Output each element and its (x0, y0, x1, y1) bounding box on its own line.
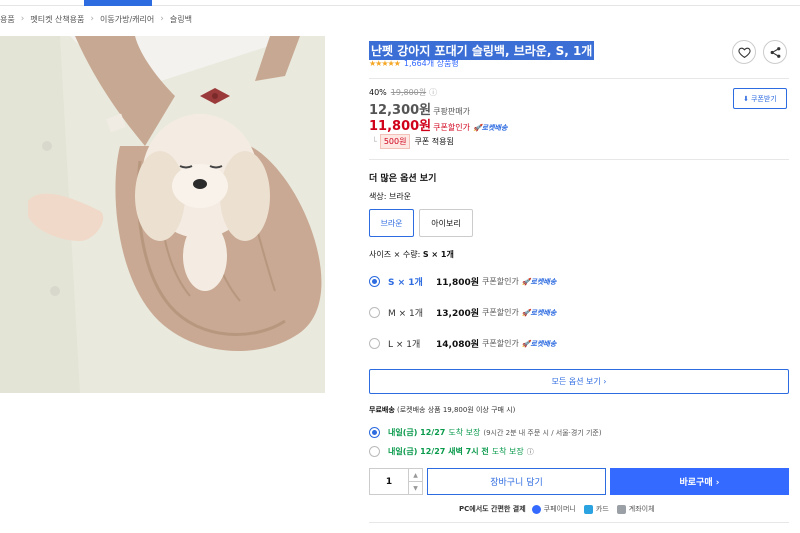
payment-method: 쿠페이머니 (531, 504, 576, 514)
size-option-name: M × 1개 (388, 309, 424, 319)
radio-button[interactable] (369, 446, 380, 457)
size-option-coupon-label: 쿠폰할인가 (482, 277, 519, 286)
delivery-guarantee: 도착 보장 (448, 428, 481, 437)
quantity-increase-icon[interactable]: ▲ (409, 469, 422, 482)
size-option-price: 11,800원 (436, 278, 480, 288)
delivery-note: (9시간 2분 내 주문 시 / 서울·경기 기준) (483, 428, 602, 437)
more-options-title: 더 많은 옵션 보기 (369, 174, 437, 184)
delivery-date: 내일(금) 12/27 (388, 428, 446, 437)
coupay-icon (531, 504, 541, 514)
all-options-button[interactable]: 모든 옵션 보기 › (369, 369, 789, 394)
card-icon (583, 504, 593, 514)
rocket-delivery-badge: 🚀로켓배송 (521, 339, 557, 348)
info-icon[interactable]: ⓘ (429, 87, 437, 98)
rating-summary[interactable]: ★★★★★ 1,664개 상품평 (369, 58, 459, 69)
chevron-right-icon: › (90, 14, 95, 24)
radio-button[interactable] (369, 276, 380, 287)
breadcrumb-item[interactable]: 용품 (0, 14, 15, 25)
delivery-date: 내일(금) 12/27 새벽 7시 전 (388, 447, 489, 456)
quantity-input[interactable]: 1 (370, 469, 408, 494)
info-icon[interactable]: ⓘ (527, 447, 534, 457)
rating-stars: ★★★★★ (369, 59, 401, 68)
coupon-amount-badge: 500원 (379, 134, 411, 149)
free-shipping-info: 무료배송 (로켓배송 상품 19,800원 이상 구매 시) (369, 406, 516, 414)
get-coupon-button[interactable]: ⬇ 쿠폰받기 (733, 88, 787, 109)
radio-button[interactable] (369, 338, 380, 349)
coupon-price-row: 11,800원 쿠폰할인가 🚀로켓배송 (369, 115, 507, 134)
buy-now-button[interactable]: 바로구매 › (610, 468, 789, 495)
download-icon: ⬇ (743, 94, 750, 103)
product-image[interactable] (0, 36, 325, 393)
divider (369, 522, 789, 523)
color-option-brown[interactable]: 브라운 (369, 209, 414, 237)
corner-icon: └ (372, 137, 377, 146)
share-icon (770, 46, 780, 58)
rocket-delivery-badge: 🚀로켓배송 (521, 308, 557, 317)
size-option-l[interactable]: L × 1개 14,080원 쿠폰할인가 🚀로켓배송 (369, 337, 556, 350)
size-option-name: L × 1개 (388, 340, 421, 350)
original-price: 19,800원 (390, 88, 427, 97)
coupon-applied-label: 쿠폰 적용됨 (414, 137, 454, 146)
radio-button[interactable] (369, 307, 380, 318)
heart-icon (737, 47, 751, 58)
add-to-cart-button[interactable]: 장바구니 담기 (427, 468, 606, 495)
payment-method: 카드 (583, 504, 609, 514)
size-option-price: 14,080원 (436, 340, 480, 350)
breadcrumb-item[interactable]: 슬링백 (170, 14, 192, 25)
coupon-price-label: 쿠폰할인가 (433, 123, 470, 132)
discount-rate: 40% (369, 88, 387, 97)
rocket-delivery-badge: 🚀로켓배송 (472, 124, 508, 132)
divider (369, 159, 789, 160)
size-quantity-label: 사이즈 × 수량: S × 1개 (369, 250, 454, 259)
divider (369, 78, 789, 79)
size-option-m[interactable]: M × 1개 13,200원 쿠폰할인가 🚀로켓배송 (369, 306, 556, 319)
delivery-option-standard[interactable]: 내일(금) 12/27 도착 보장 (9시간 2분 내 주문 시 / 서울·경기… (369, 427, 602, 438)
coupon-applied-row: └ 500원 쿠폰 적용됨 (372, 134, 454, 149)
wishlist-button[interactable] (732, 40, 756, 64)
product-photo (0, 36, 325, 393)
color-label: 색상: 브라운 (369, 192, 412, 201)
radio-button[interactable] (369, 427, 380, 438)
bank-icon (616, 504, 626, 514)
size-option-coupon-label: 쿠폰할인가 (482, 339, 519, 348)
chevron-right-icon: › (20, 14, 25, 24)
breadcrumb-item[interactable]: 펫티켓 산책용품 (30, 14, 84, 25)
quantity-stepper[interactable]: 1 ▲ ▼ (369, 468, 423, 495)
share-button[interactable] (763, 40, 787, 64)
top-nav-active-indicator (84, 0, 152, 6)
payment-methods: PC에서도 간편한 결제 쿠페이머니 카드 계좌이체 (459, 504, 663, 514)
chevron-right-icon: › (160, 14, 164, 24)
discount-row: 40% 19,800원 ⓘ (369, 87, 437, 98)
review-count-link[interactable]: 1,664개 상품평 (404, 58, 459, 69)
payment-method: 계좌이체 (616, 504, 655, 514)
size-option-price: 13,200원 (436, 309, 480, 319)
top-nav-bar (0, 0, 800, 6)
size-option-s[interactable]: S × 1개 11,800원 쿠폰할인가 🚀로켓배송 (369, 275, 556, 288)
delivery-guarantee: 도착 보장 (491, 447, 524, 456)
breadcrumb: 용품 › 펫티켓 산책용품 › 이동가방/캐리어 › 슬링백 (0, 13, 192, 25)
get-coupon-label: 쿠폰받기 (751, 94, 777, 103)
coupon-price: 11,800원 (369, 119, 432, 134)
rocket-delivery-badge: 🚀로켓배송 (521, 277, 557, 286)
size-option-name: S × 1개 (388, 278, 423, 288)
delivery-option-dawn[interactable]: 내일(금) 12/27 새벽 7시 전 도착 보장 ⓘ (369, 446, 534, 457)
payment-title: PC에서도 간편한 결제 (459, 505, 526, 513)
color-option-ivory[interactable]: 아이보리 (419, 209, 473, 237)
breadcrumb-item[interactable]: 이동가방/캐리어 (100, 14, 154, 25)
quantity-decrease-icon[interactable]: ▼ (409, 482, 422, 494)
size-option-coupon-label: 쿠폰할인가 (482, 308, 519, 317)
